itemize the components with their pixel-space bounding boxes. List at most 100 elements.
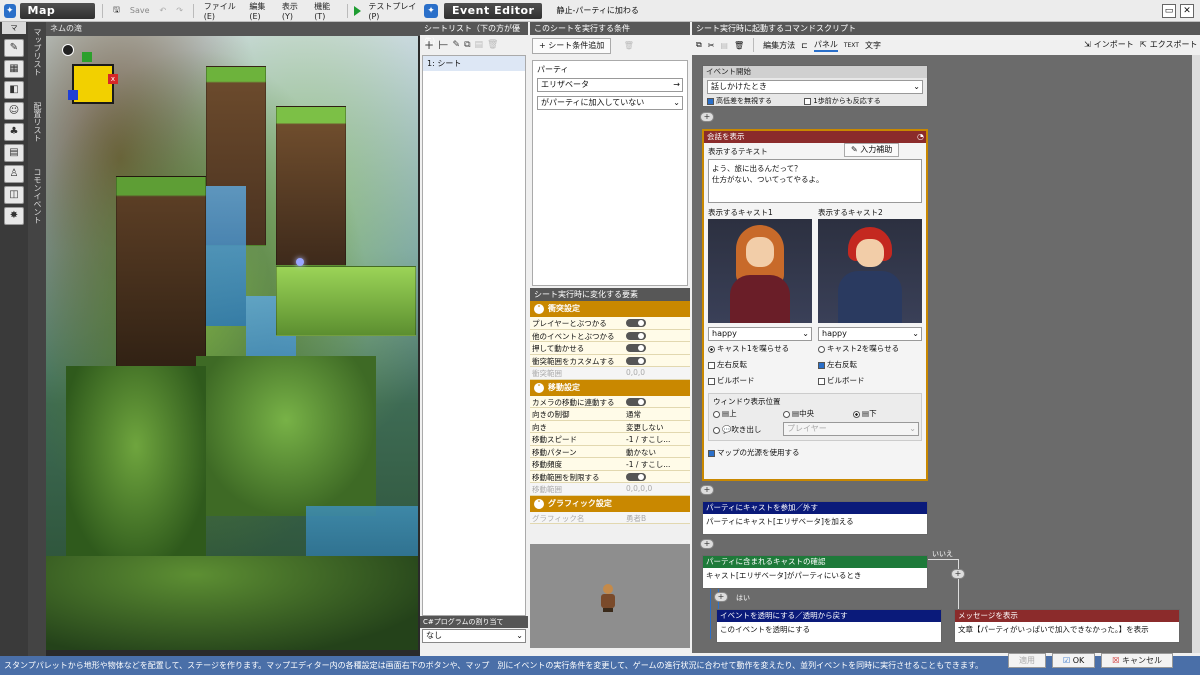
ok-button[interactable]: ☑ OK [1052,653,1096,668]
tab-map-list[interactable]: マップリスト [28,22,47,82]
apply-button[interactable]: 適用 [1008,653,1046,668]
pos-bottom-radio[interactable] [853,410,860,418]
toggle-switch[interactable] [626,356,646,365]
edit-sheet-icon[interactable]: ✎ [453,40,461,50]
property-row[interactable]: 他のイベントとぶつかる [530,329,690,342]
toggle-switch[interactable] [626,397,646,406]
pos-top-radio[interactable] [713,410,720,418]
dialogue-text-area[interactable]: よう、旅に出るんだって？ 仕方がない、ついてってやるよ。 [708,159,922,203]
flip2-checkbox[interactable] [818,361,825,369]
sheet-list-item[interactable]: 1: シート [423,56,525,71]
paste-icon[interactable]: ▤ [720,41,728,50]
terrain-tool-icon[interactable]: ▦ [4,60,24,78]
toggle-switch[interactable] [626,331,646,340]
cast1-expression-select[interactable]: happy ⌄ [708,327,812,341]
dialogue-block[interactable]: 会話を表示 ◔ 表示するテキスト ✎ 入力補助 よう、旅に出るんだって？ 仕方が… [702,129,928,481]
party-add-block[interactable]: パーティにキャストを参加／外す パーティにキャスト[エリザベータ]を加える [702,501,928,535]
speaker1-radio[interactable] [708,345,715,353]
redo-icon[interactable]: ↷ [173,6,186,15]
menu-function[interactable]: 機能(T) [311,1,339,21]
effect-tool-icon[interactable]: ✸ [4,207,24,225]
party-check-block[interactable]: パーティに含まれるキャストの確認 キャスト[エリザベータ]がパーティにいるとき [702,555,928,589]
movement-section-header[interactable]: ˅ 移動設定 [530,379,690,396]
property-row[interactable]: 移動スピード -1 / すこし... [530,433,690,446]
cube-tool-icon[interactable]: ◧ [4,81,24,99]
close-icon[interactable]: ✕ [1180,4,1194,18]
tab-common-events[interactable]: コモンイベント [28,162,47,230]
restore-icon[interactable]: ▭ [1162,4,1176,18]
bubble-radio[interactable] [713,426,720,434]
property-row[interactable]: 移動範囲を制限する [530,470,690,483]
one-step-checkbox[interactable] [804,97,812,105]
bubble-target-select[interactable]: プレイヤー ⌄ [783,422,919,436]
tab-placement-list[interactable]: 配置リスト [28,96,47,148]
cast2-expression-select[interactable]: happy ⌄ [818,327,922,341]
left-panel-tab[interactable]: マ [2,22,26,34]
cast2-portrait[interactable] [818,219,922,323]
copy-sheet-icon[interactable]: ⧉ [464,40,470,50]
message-block[interactable]: メッセージを表示 文章【パーティがいっぱいで加入できなかった。】を表示 [954,609,1180,643]
property-row[interactable]: 移動頻度 -1 / すこし... [530,458,690,471]
menu-edit[interactable]: 編集(E) [246,1,274,21]
add-sheet-icon[interactable]: + [424,38,434,52]
billboard1-checkbox[interactable] [708,377,715,385]
delete-icon[interactable]: 🗑 [734,41,744,50]
pos-center-radio[interactable] [783,410,790,418]
arrow-right-icon[interactable]: → [673,79,680,91]
menu-view[interactable]: 表示(Y) [279,1,307,21]
character-tool-icon[interactable]: ☺ [4,102,24,120]
play-icon[interactable] [354,5,362,16]
save-icon[interactable]: 🖫 [110,4,123,18]
panel-mode-icon[interactable]: ⊏ [801,41,808,50]
property-row[interactable]: 押して動かせる [530,342,690,355]
cancel-button[interactable]: ☒ キャンセル [1101,653,1173,668]
property-row[interactable]: カメラの移動に連動する [530,395,690,408]
paste-sheet-icon[interactable]: ▤ [475,40,484,50]
input-help-button[interactable]: ✎ 入力補助 [844,143,900,157]
import-button[interactable]: ⇲ インポート [1084,39,1134,50]
add-command-icon[interactable]: + [714,592,728,602]
toggle-switch[interactable] [626,472,646,481]
object-tool-icon[interactable]: ♣ [4,123,24,141]
use-light-checkbox[interactable] [708,449,715,457]
property-row[interactable]: グラフィック名 勇者B [530,511,690,524]
stack-tool-icon[interactable]: ◫ [4,186,24,204]
add-command-icon[interactable]: + [951,569,965,579]
delete-sheet-icon[interactable]: 🗑 [487,40,498,50]
undo-icon[interactable]: ↶ [157,6,170,15]
property-row[interactable]: 向き 変更しない [530,420,690,433]
text-mode-icon[interactable]: TEXT [844,42,859,49]
person-tool-icon[interactable]: ♙ [4,165,24,183]
gizmo-menu-icon[interactable] [62,44,74,56]
property-row[interactable]: プレイヤーとぶつかる [530,317,690,330]
transparent-block[interactable]: イベントを透明にする／透明から戻す このイベントを透明にする [716,609,942,643]
property-row[interactable]: 移動範囲 0,0,0,0 [530,483,690,496]
graphic-section-header[interactable]: ˅ グラフィック設定 [530,495,690,512]
test-play-button[interactable]: テストプレイ(P) [365,1,420,21]
csharp-select[interactable]: なし ⌄ [422,629,526,643]
property-row[interactable]: 向きの制御 通常 [530,408,690,421]
toggle-switch[interactable] [626,344,646,352]
delete-condition-icon[interactable]: 🗑 [624,41,634,50]
add-command-icon[interactable]: + [700,112,714,122]
menu-file[interactable]: ファイル(E) [201,1,243,21]
billboard2-checkbox[interactable] [818,377,825,385]
export-button[interactable]: ⇱ エクスポート [1140,39,1197,50]
view-gizmo[interactable]: x [62,44,128,114]
property-row[interactable]: 衝突範囲をカスタムする [530,354,690,367]
add-command-icon[interactable]: + [700,539,714,549]
insert-sheet-icon[interactable]: ⊢ [438,38,448,52]
speaker2-radio[interactable] [818,345,825,353]
panel-mode-button[interactable]: パネル [813,39,838,52]
text-mode-button[interactable]: 文字 [865,40,881,51]
copy-icon[interactable]: ⧉ [696,40,702,50]
flip1-checkbox[interactable] [708,361,715,369]
add-command-icon[interactable]: + [700,485,714,495]
ignore-height-checkbox[interactable] [707,97,714,105]
property-row[interactable]: 衝突範囲 0,0,0 [530,367,690,380]
party-member-field[interactable]: エリザベータ → [537,78,683,92]
script-scrollbar[interactable] [1192,55,1200,653]
property-row[interactable]: 移動パターン 動かない [530,445,690,458]
party-state-select[interactable]: がパーティに加入していない ⌄ [537,96,683,110]
map-3d-viewport[interactable]: x [46,36,418,650]
